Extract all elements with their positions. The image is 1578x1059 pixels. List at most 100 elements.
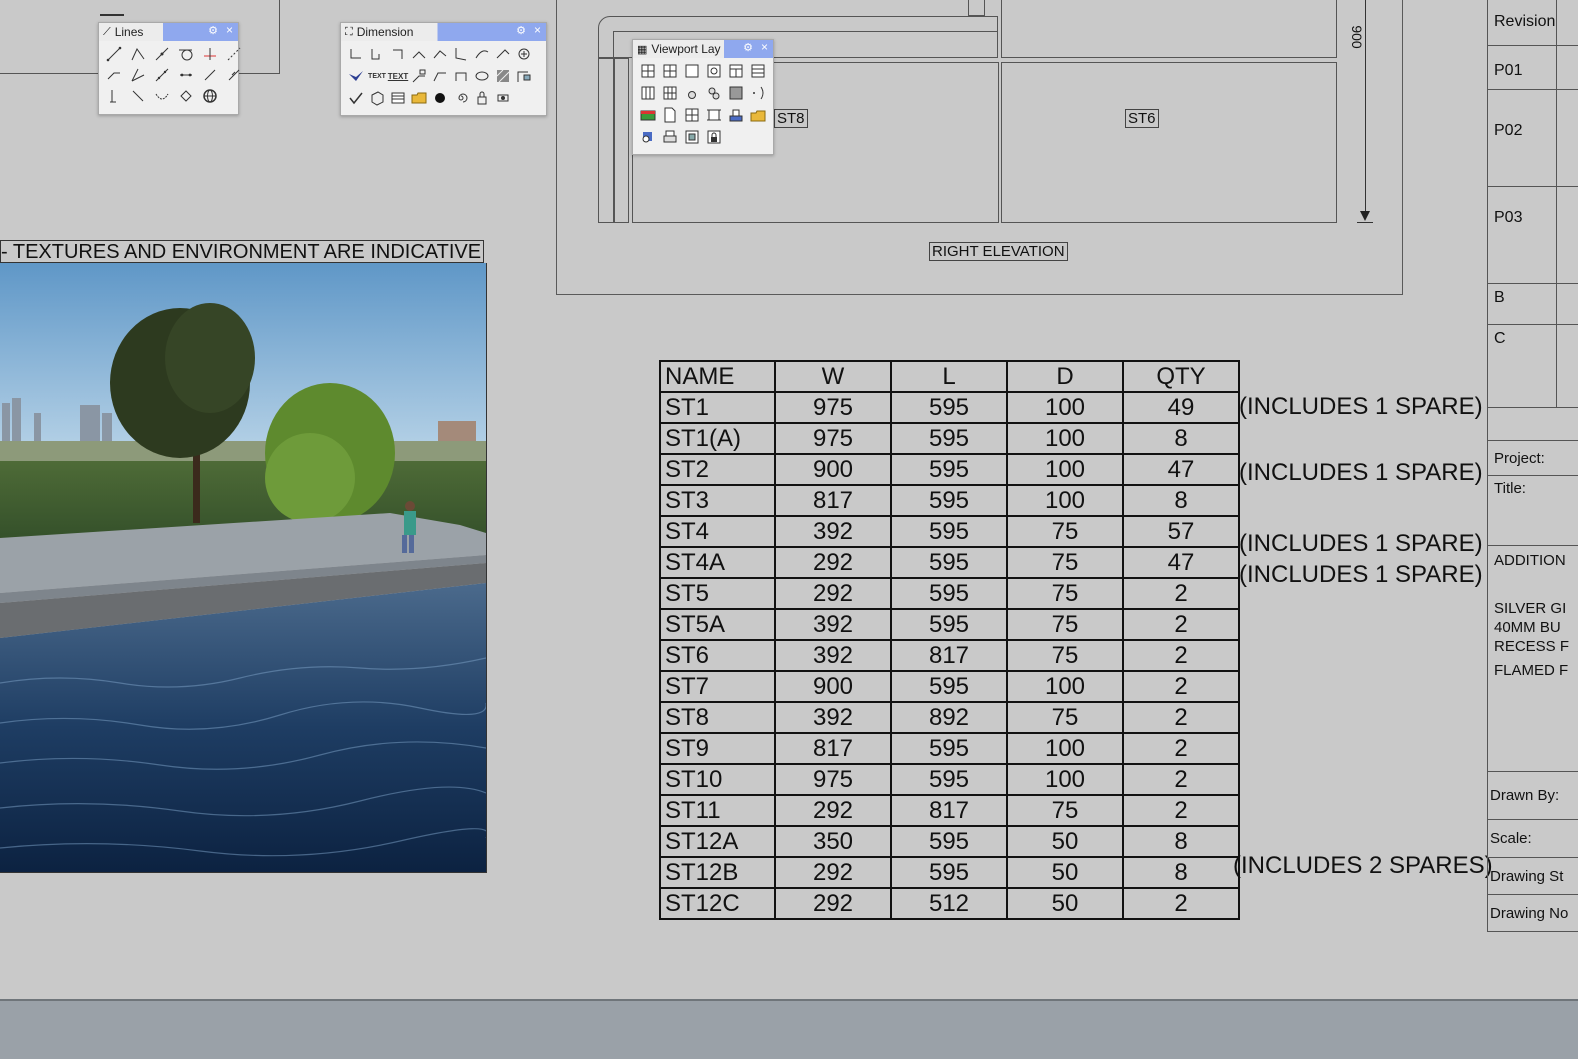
dot-icon[interactable] [431, 89, 449, 107]
box-icon[interactable] [368, 89, 386, 107]
line-midpoint-icon[interactable] [153, 45, 171, 63]
dimension-toolbar-titlebar[interactable]: ⛶ Dimension ⚙ × [341, 23, 546, 41]
cloud-icon[interactable] [473, 67, 491, 85]
close-icon[interactable]: × [761, 40, 768, 54]
section-view-icon[interactable] [705, 106, 723, 124]
diameter-dimension-icon[interactable] [494, 45, 512, 63]
lock-dimension-icon[interactable] [473, 89, 491, 107]
lights-icon[interactable] [705, 84, 723, 102]
cell-w: 292 [774, 794, 892, 827]
radius-dimension-icon[interactable] [473, 45, 491, 63]
cell-name: ST1(A) [659, 422, 776, 455]
cell-w: 817 [774, 484, 892, 517]
viewport-frame-icon[interactable] [683, 106, 701, 124]
polygon-line-icon[interactable] [177, 87, 195, 105]
leader-dimension-icon[interactable] [452, 45, 470, 63]
leader-text-icon[interactable] [410, 67, 428, 85]
aligned-dimension-icon[interactable] [368, 45, 386, 63]
viewport-toolbar-titlebar[interactable]: ▦ Viewport Lay ⚙ × [633, 40, 773, 58]
viewport-target-icon[interactable] [705, 62, 723, 80]
table-row: ST6 392 817 75 2 [659, 639, 1240, 672]
dimension-style-icon[interactable] [515, 67, 533, 85]
close-icon[interactable]: × [534, 23, 541, 37]
viewport-grid-icon[interactable] [661, 84, 679, 102]
cell-qty: 57 [1122, 515, 1240, 548]
tools-icon[interactable] [494, 89, 512, 107]
detail-view-icon[interactable] [683, 128, 701, 146]
table-row: ST12A 350 595 50 8 [659, 825, 1240, 858]
check-dimension-icon[interactable] [347, 89, 365, 107]
elevation-left-post-inner [613, 58, 615, 223]
table-row: ST4 392 595 75 57 [659, 515, 1240, 548]
lock-icon[interactable] [705, 128, 723, 146]
viewport-panels-icon[interactable] [749, 62, 767, 80]
polyline-icon[interactable] [129, 45, 147, 63]
four-viewports-icon[interactable] [639, 62, 657, 80]
render-preview-icon[interactable] [639, 106, 657, 124]
hatch-icon[interactable] [494, 67, 512, 85]
spec-line-4: FLAMED F [1494, 662, 1569, 679]
cell-w: 350 [774, 825, 892, 858]
open-folder-icon[interactable] [410, 89, 428, 107]
center-mark-icon[interactable] [515, 45, 533, 63]
line-segment-icon[interactable] [105, 45, 123, 63]
gear-icon[interactable]: ⚙ [743, 41, 753, 54]
viewport-layout-icon[interactable] [727, 62, 745, 80]
viewport-columns-icon[interactable] [639, 84, 657, 102]
rotated-dimension-icon[interactable] [389, 45, 407, 63]
point-curve-icon[interactable] [749, 84, 767, 102]
project-field: Project: [1488, 441, 1578, 476]
dashed-line-icon[interactable] [225, 45, 243, 63]
tangent-circle-icon[interactable] [177, 45, 195, 63]
perpendicular-line-icon[interactable] [201, 45, 219, 63]
vertical-line-icon[interactable] [105, 87, 123, 105]
new-page-icon[interactable] [661, 106, 679, 124]
print-layout-icon[interactable] [727, 106, 745, 124]
angled-line-icon[interactable] [105, 66, 123, 84]
bisector-line-icon[interactable] [129, 66, 147, 84]
printer-icon[interactable] [661, 128, 679, 146]
shaded-viewport-icon[interactable] [727, 84, 745, 102]
table-icon[interactable] [389, 89, 407, 107]
horizontal-line-icon[interactable] [177, 66, 195, 84]
diagonal-line-icon[interactable] [129, 87, 147, 105]
single-viewport-icon[interactable] [683, 62, 701, 80]
gear-icon[interactable]: ⚙ [208, 24, 218, 37]
dimension-toolbar[interactable]: ⛶ Dimension ⚙ × TEXT TEXT [340, 22, 547, 116]
close-icon[interactable]: × [226, 23, 233, 37]
spiral-icon[interactable] [452, 89, 470, 107]
arc-line-icon[interactable] [153, 87, 171, 105]
globe-icon[interactable] [201, 87, 219, 105]
linear-dimension-icon[interactable] [347, 45, 365, 63]
offset-line-icon[interactable] [225, 66, 243, 84]
header-qty: QTY [1122, 360, 1240, 393]
cell-name: ST4 [659, 515, 776, 548]
cell-name: ST5A [659, 608, 776, 641]
extend-line-icon[interactable] [201, 66, 219, 84]
line-from-points-icon[interactable] [153, 66, 171, 84]
ordinate-dimension-icon[interactable] [431, 67, 449, 85]
sphere-icon[interactable] [683, 84, 701, 102]
open-layout-icon[interactable] [749, 106, 767, 124]
cell-name: ST12A [659, 825, 776, 858]
viewport-properties-icon[interactable] [639, 128, 657, 146]
check-icon[interactable] [347, 67, 365, 85]
arc-length-dimension-icon[interactable] [431, 45, 449, 63]
split-viewport-icon[interactable] [661, 62, 679, 80]
lines-toolbar[interactable]: ⟋ Lines ⚙ × [98, 22, 241, 115]
cell-name: ST4A [659, 546, 776, 579]
table-row: ST4A 292 595 75 47 [659, 546, 1240, 579]
gear-icon[interactable]: ⚙ [516, 24, 526, 37]
text-block-icon[interactable]: TEXT [388, 67, 408, 85]
cell-name: ST7 [659, 670, 776, 703]
angle-dimension-icon[interactable] [410, 45, 428, 63]
cell-w: 292 [774, 856, 892, 889]
cell-w: 975 [774, 422, 892, 455]
viewport-layout-toolbar[interactable]: ▦ Viewport Lay ⚙ × [632, 39, 774, 155]
cell-l: 595 [890, 608, 1008, 641]
table-header-row: NAME W L D QTY [659, 360, 1240, 393]
render-caption: - TEXTURES AND ENVIRONMENT ARE INDICATIV… [0, 240, 484, 263]
lines-toolbar-titlebar[interactable]: ⟋ Lines ⚙ × [99, 23, 238, 41]
text-icon[interactable]: TEXT [368, 67, 386, 85]
baseline-dimension-icon[interactable] [452, 67, 470, 85]
